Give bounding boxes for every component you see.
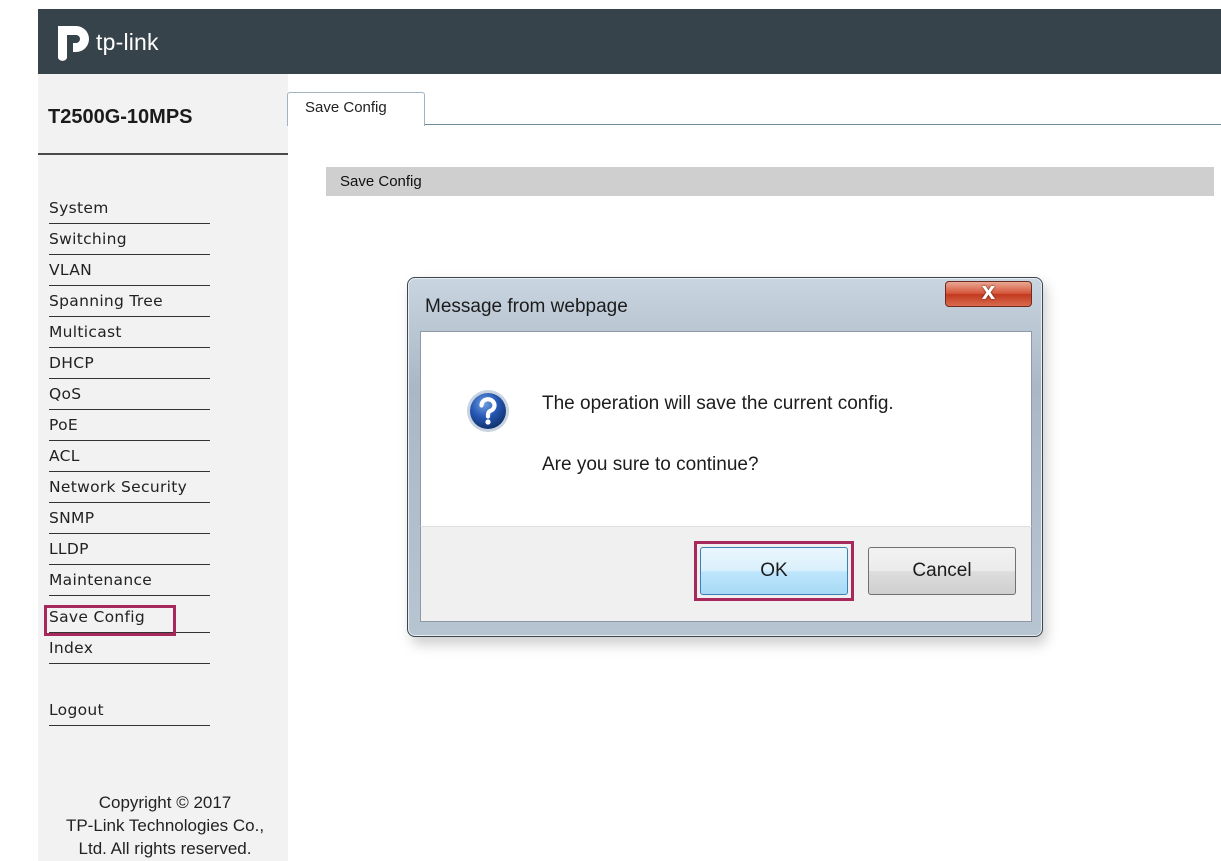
tab-save-config[interactable]: Save Config (287, 92, 425, 126)
sidebar-item-system[interactable]: System (49, 193, 210, 224)
dialog-message-line2: Are you sure to continue? (542, 454, 759, 475)
sidebar-item-label: System (49, 199, 109, 217)
copyright-text: Copyright © 2017 TP-Link Technologies Co… (0, 791, 330, 860)
copyright-line: TP-Link Technologies Co., (65, 816, 265, 835)
device-model: T2500G-10MPS (48, 106, 193, 128)
message-dialog: Message from webpage X The operation wil… (407, 277, 1043, 637)
dialog-title: Message from webpage (425, 296, 628, 317)
sidebar-item-label: LLDP (49, 540, 89, 558)
sidebar-item-poe[interactable]: PoE (49, 410, 210, 441)
copyright-line: Copyright © 2017 (98, 793, 232, 812)
cancel-button[interactable]: Cancel (868, 547, 1016, 595)
top-header: tp-link (38, 9, 1221, 74)
sidebar-item-acl[interactable]: ACL (49, 441, 210, 472)
sidebar-item-switching[interactable]: Switching (49, 224, 210, 255)
divider (38, 153, 288, 155)
sidebar-item-label: QoS (49, 385, 82, 403)
ok-label: OK (760, 560, 788, 581)
question-icon (467, 390, 509, 432)
close-icon: X (981, 283, 996, 304)
sidebar-item-multicast[interactable]: Multicast (49, 317, 210, 348)
sidebar-item-lldp[interactable]: LLDP (49, 534, 210, 565)
sidebar-item-label: Network Security (49, 478, 188, 496)
sidebar-item-label: SNMP (49, 509, 95, 527)
tp-link-logo[interactable]: tp-link (52, 20, 159, 64)
dialog-body: The operation will save the current conf… (420, 331, 1032, 527)
dialog-footer: OK Cancel (420, 526, 1032, 622)
dialog-message-line1: The operation will save the current conf… (542, 393, 894, 414)
close-button[interactable]: X (945, 281, 1032, 307)
sidebar-item-snmp[interactable]: SNMP (49, 503, 210, 534)
sidebar-item-spanning-tree[interactable]: Spanning Tree (49, 286, 210, 317)
sidebar-item-dhcp[interactable]: DHCP (49, 348, 210, 379)
cancel-label: Cancel (912, 560, 972, 581)
sidebar-item-label: Index (49, 639, 94, 657)
logout-label: Logout (49, 701, 104, 719)
copyright-line: Ltd. All rights reserved. (78, 839, 252, 858)
sidebar-item-label: Spanning Tree (49, 292, 163, 310)
sidebar-item-label: PoE (49, 416, 78, 434)
sidebar-item-vlan[interactable]: VLAN (49, 255, 210, 286)
tab-divider (425, 124, 1221, 125)
sidebar-item-label: VLAN (49, 261, 92, 279)
sidebar-item-label: Maintenance (49, 571, 153, 589)
sidebar-item-label: ACL (49, 447, 80, 465)
sidebar-item-label: Switching (49, 230, 127, 248)
sidebar-item-label: Multicast (49, 323, 122, 341)
section-title: Save Config (340, 173, 422, 190)
sidebar-item-label: DHCP (49, 354, 94, 372)
sidebar-item-network-security[interactable]: Network Security (49, 472, 210, 503)
sidebar-item-qos[interactable]: QoS (49, 379, 210, 410)
logo-text: tp-link (96, 28, 159, 55)
ok-button[interactable]: OK (700, 547, 848, 595)
tab-label: Save Config (305, 99, 387, 116)
section-header: Save Config (326, 167, 1214, 196)
sidebar-item-maintenance[interactable]: Maintenance (49, 565, 210, 596)
sidebar-item-index[interactable]: Index (49, 633, 210, 664)
tp-link-logo-icon (58, 26, 89, 61)
sidebar: T2500G-10MPS System Switching VLAN Spann… (38, 74, 288, 861)
logout-link[interactable]: Logout (49, 695, 210, 726)
save-config-highlight (44, 605, 176, 636)
